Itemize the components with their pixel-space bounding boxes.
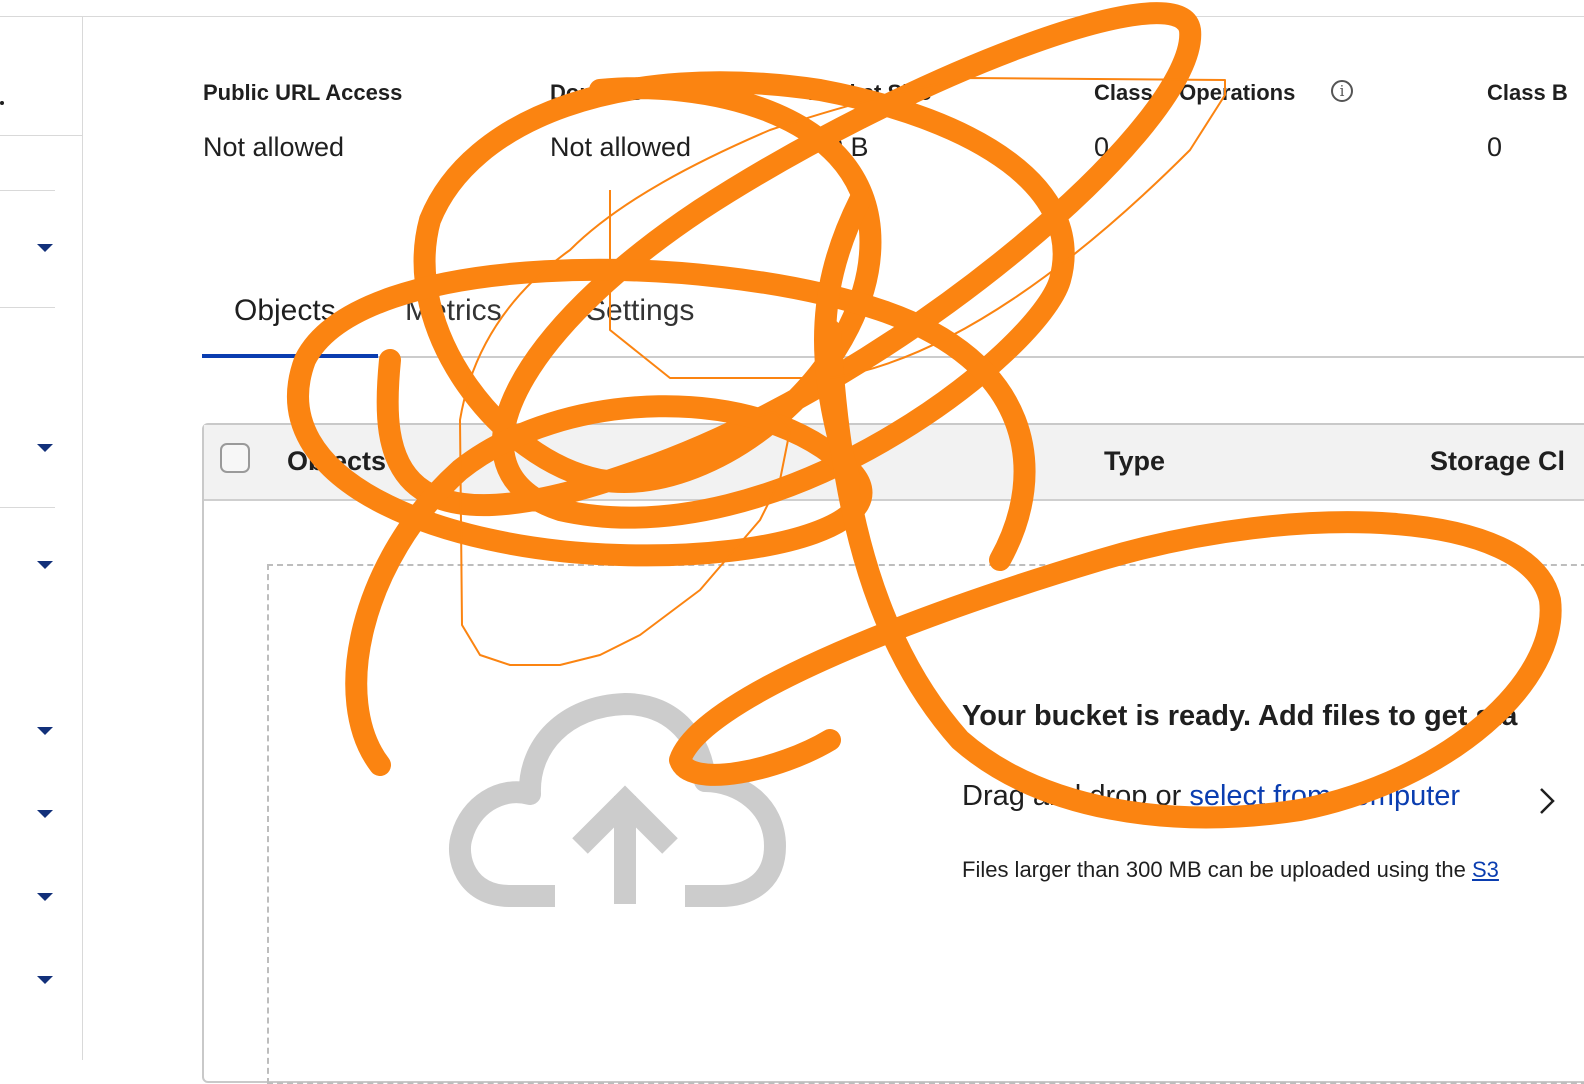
tab-metrics[interactable]: Metrics [405,294,502,328]
sidebar-dot [0,101,4,105]
tabs-divider [202,356,1584,358]
chevron-down-icon[interactable] [37,727,53,735]
stat-label-domains: Domains [550,80,643,105]
table-header [204,425,1584,501]
drag-drop-prefix: Drag and drop or [962,780,1190,812]
stat-value-class-b: 0 [1487,132,1503,162]
chevron-down-icon[interactable] [37,976,53,984]
sidebar-divider [0,507,55,508]
stat-value-public-url: Not allowed [203,132,345,162]
sidebar-divider [0,135,82,136]
column-header-type[interactable]: Type [1104,446,1165,477]
sidebar-divider [0,307,55,308]
active-tab-indicator [202,354,378,358]
top-divider [0,16,1584,17]
sidebar-divider [0,190,55,191]
tab-objects[interactable]: Objects [234,294,336,328]
stat-label-class-b: Class B [1487,80,1568,105]
chevron-down-icon[interactable] [37,444,53,452]
stat-label-bucket-size: Bucket Size [808,80,932,105]
stat-label-public-url: Public URL Access [203,80,403,105]
chevron-down-icon[interactable] [37,893,53,901]
chevron-down-icon[interactable] [37,561,53,569]
sidebar [0,17,83,1060]
tab-settings[interactable]: Settings [586,294,694,328]
select-from-computer-link[interactable]: select from computer [1189,780,1460,812]
stat-value-domains: Not allowed [550,132,692,162]
s3-link[interactable]: S3 [1472,857,1499,882]
column-header-objects[interactable]: Objects [287,446,386,477]
info-icon[interactable]: i [1331,80,1353,102]
stat-value-bucket-size: 0 B [828,132,869,162]
stat-label-class-a: Class A Operations [1094,80,1296,105]
column-header-storage-class[interactable]: Storage Cl [1430,446,1565,477]
drag-drop-text: Drag and drop or select from computer [962,780,1460,813]
files-note: Files larger than 300 MB can be uploaded… [962,857,1499,883]
chevron-down-icon[interactable] [37,810,53,818]
chevron-down-icon[interactable] [37,244,53,252]
select-all-checkbox[interactable] [220,443,250,473]
cloud-upload-icon [448,693,786,907]
empty-state-title: Your bucket is ready. Add files to get s… [962,700,1518,732]
files-note-text: Files larger than 300 MB can be uploaded… [962,857,1472,882]
chevron-right-icon[interactable] [1536,786,1558,816]
stat-value-class-a: 0 [1094,132,1110,162]
